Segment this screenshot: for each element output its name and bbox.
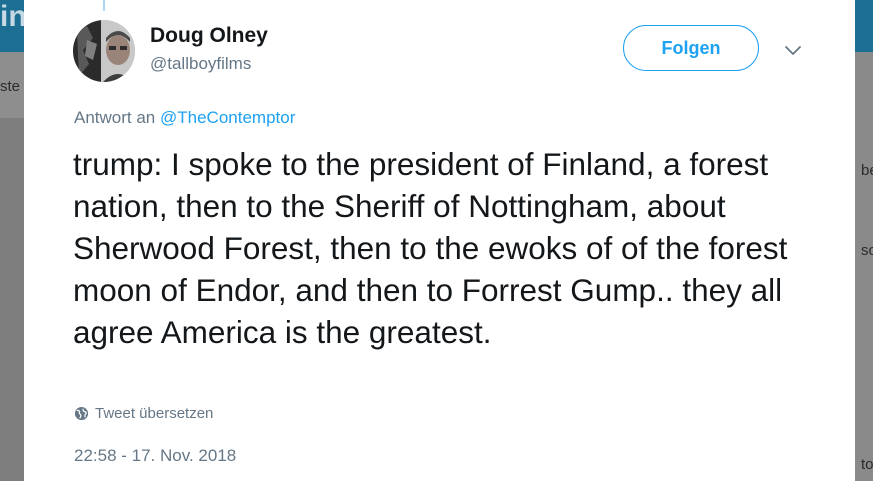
globe-icon (74, 406, 89, 421)
avatar[interactable] (73, 20, 135, 82)
background-right-fragment: to (861, 456, 873, 473)
author-handle[interactable]: @tallboyfilms (150, 54, 251, 74)
background-right-panel: be sc to (855, 52, 873, 481)
reply-prefix: Antwort an (74, 108, 156, 127)
tweet-modal: Doug Olney @tallboyfilms Folgen Antwort … (24, 0, 855, 481)
translate-link[interactable]: Tweet übersetzen (74, 405, 213, 422)
thread-connector-line (103, 0, 105, 11)
background-nav-fragment: ste (0, 78, 21, 95)
author-name[interactable]: Doug Olney (150, 24, 268, 48)
tweet-timestamp[interactable]: 22:58 - 17. Nov. 2018 (74, 446, 236, 466)
background-right-fragment: be (861, 162, 873, 179)
follow-button[interactable]: Folgen (623, 25, 759, 71)
background-right-fragment: sc (861, 242, 873, 259)
translate-label[interactable]: Tweet übersetzen (95, 405, 213, 422)
reply-context: Antwort an @TheContemptor (74, 108, 295, 128)
avatar-image (73, 20, 135, 82)
chevron-down-icon[interactable] (783, 40, 803, 60)
tweet-text: trump: I spoke to the president of Finla… (73, 146, 788, 350)
reply-mention-link[interactable]: @TheContemptor (160, 108, 295, 127)
background-logo-fragment: in (0, 0, 27, 33)
